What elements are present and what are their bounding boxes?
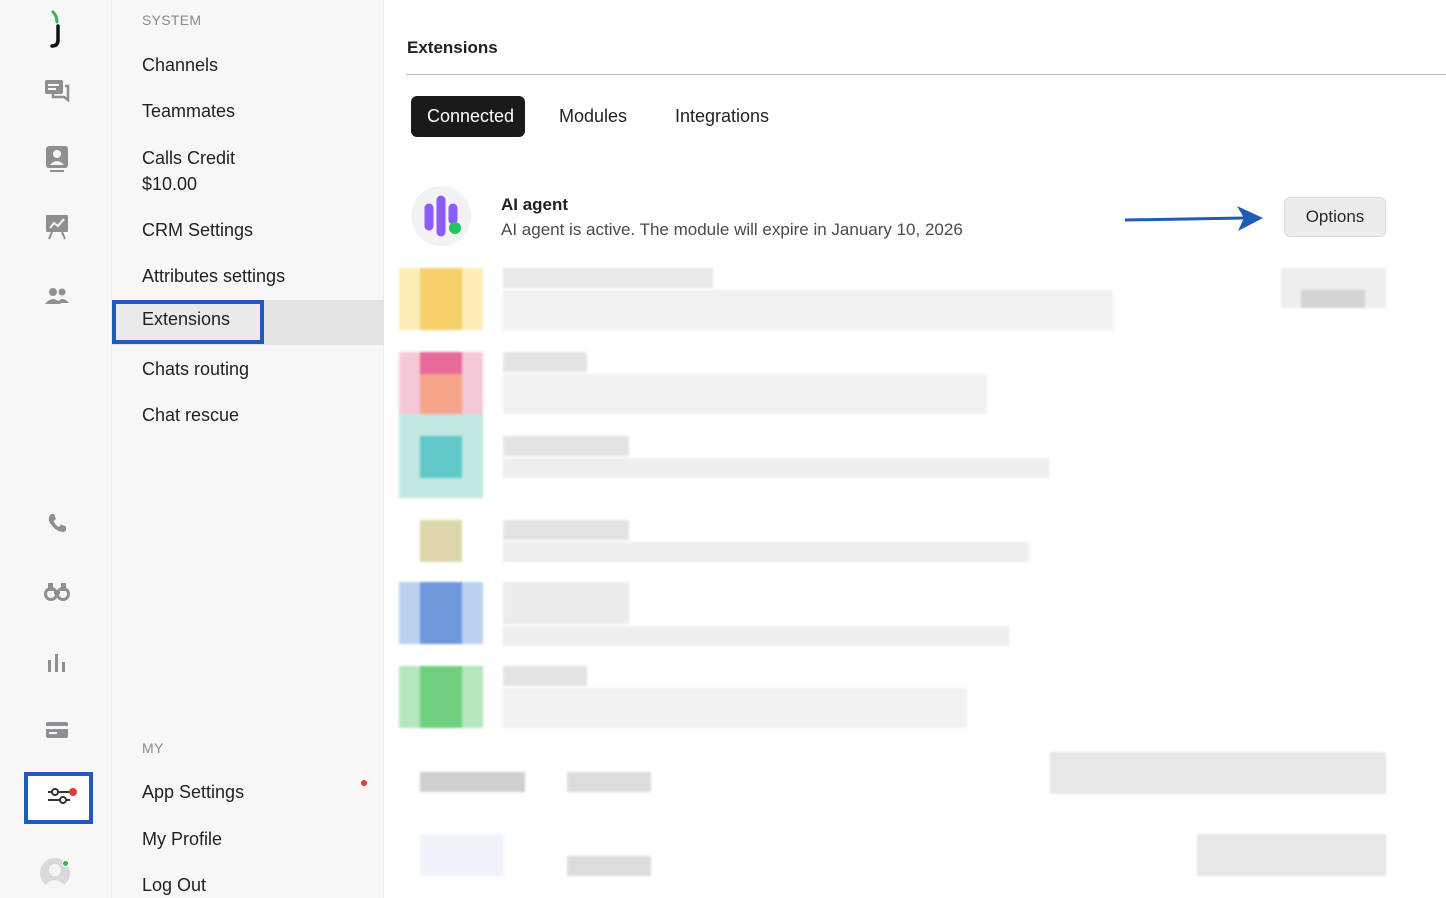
logo-icon[interactable] (44, 10, 70, 50)
options-button[interactable]: Options (1284, 197, 1386, 237)
settings-menu: SYSTEM Channels Teammates Calls Credit $… (112, 0, 384, 898)
menu-item-app-settings[interactable]: App Settings (142, 779, 244, 805)
menu-item-my-profile[interactable]: My Profile (142, 826, 222, 852)
menu-item-chats-routing[interactable]: Chats routing (142, 356, 249, 382)
menu-item-channels[interactable]: Channels (142, 52, 218, 78)
extensions-panel: Extensions Connected Modules Integration… (385, 0, 1446, 898)
settings-nav-button[interactable] (24, 772, 93, 824)
tab-connected[interactable]: Connected (411, 96, 525, 137)
blurred-extension-list (385, 262, 1446, 898)
icon-rail (0, 0, 112, 898)
menu-item-log-out[interactable]: Log Out (142, 872, 206, 898)
bar-chart-icon[interactable] (40, 645, 74, 679)
notification-dot (69, 788, 77, 796)
tab-modules[interactable]: Modules (543, 96, 643, 137)
menu-item-chat-rescue[interactable]: Chat rescue (142, 402, 239, 428)
billing-card-icon[interactable] (40, 713, 74, 747)
menu-item-crm-settings[interactable]: CRM Settings (142, 217, 253, 243)
menu-item-attributes-settings[interactable]: Attributes settings (142, 263, 285, 289)
section-label-system: SYSTEM (142, 12, 202, 28)
menu-item-label: Calls Credit (142, 148, 236, 168)
online-status-dot (62, 860, 69, 867)
page-title: Extensions (407, 38, 498, 57)
arrow-annotation-icon (1123, 202, 1269, 236)
chats-icon[interactable] (40, 74, 74, 108)
phone-icon[interactable] (40, 506, 74, 540)
tab-integrations[interactable]: Integrations (659, 96, 785, 137)
calls-credit-value: $10.00 (142, 174, 198, 194)
contacts-icon[interactable] (40, 142, 74, 176)
binoculars-icon[interactable] (40, 574, 74, 608)
team-icon[interactable] (40, 279, 74, 313)
extension-description: AI agent is active. The module will expi… (501, 220, 963, 239)
menu-item-label: Extensions (142, 309, 231, 329)
section-label-my: MY (142, 740, 164, 756)
settings-sliders-icon (46, 785, 72, 812)
analytics-board-icon[interactable] (40, 210, 74, 244)
notification-dot (361, 780, 367, 786)
menu-item-calls-credit[interactable]: Calls Credit $10.00 (142, 145, 235, 197)
title-divider (406, 74, 1446, 75)
ai-agent-logo-icon (411, 186, 471, 246)
extension-name: AI agent (501, 195, 569, 214)
menu-item-teammates[interactable]: Teammates (142, 98, 235, 124)
